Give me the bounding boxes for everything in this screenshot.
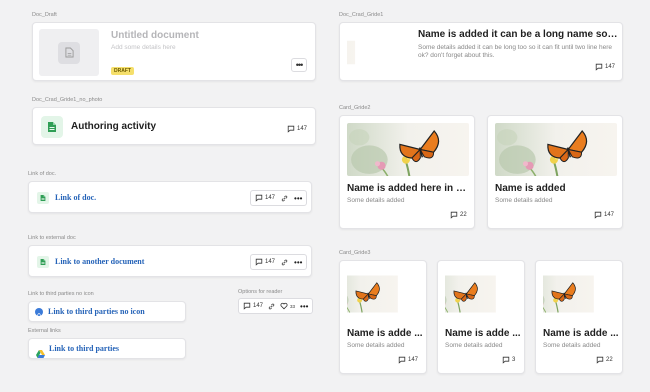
comment-count[interactable]: 22	[596, 356, 613, 364]
grid3-card-3[interactable]: Name is adde ... Some details added 22	[535, 260, 623, 374]
comment-count[interactable]: 147	[594, 211, 614, 219]
card-details: Some details added	[543, 342, 601, 349]
comment-icon	[255, 258, 263, 266]
comment-count[interactable]: 147	[255, 258, 275, 266]
link-external-text[interactable]: Link to another document	[55, 257, 144, 266]
section-label-link-external: Link to external doc	[28, 235, 76, 241]
comment-icon	[398, 356, 406, 364]
butterfly-photo	[495, 123, 617, 176]
comment-icon	[594, 211, 602, 219]
card-details: Some details added	[347, 342, 405, 349]
butterfly-photo	[347, 123, 469, 176]
comment-icon	[243, 302, 251, 310]
comment-count[interactable]: 147	[595, 63, 615, 71]
section-label-link-of-doc: Link of doc.	[28, 171, 57, 177]
butterfly-photo	[445, 267, 519, 321]
comment-icon	[450, 211, 458, 219]
link-icon[interactable]	[281, 259, 288, 266]
link-external-card[interactable]: Link to another document 147 •••	[28, 245, 312, 277]
section-label-third-no-icon: Link to third parties no icon	[28, 291, 94, 297]
section-label-options-reader: Options for reader	[238, 289, 283, 295]
link-of-doc-card[interactable]: Link of doc. 147 •••	[28, 181, 312, 213]
grid2-card-2[interactable]: Name is added Some details added 147	[487, 115, 623, 229]
comment-icon	[596, 356, 604, 364]
butterfly-photo	[543, 267, 617, 321]
card-details: Some details added	[495, 197, 553, 204]
draft-details[interactable]: Add some details here	[111, 44, 176, 51]
like-count[interactable]: 33	[280, 302, 295, 310]
external-doc-icon	[37, 256, 49, 268]
comment-icon	[287, 125, 295, 133]
comment-count[interactable]: 147	[398, 356, 418, 364]
document-icon	[58, 41, 80, 64]
comment-count[interactable]: 147	[255, 194, 275, 202]
section-label-doc-grid1: Doc_Crad_Gride1	[339, 12, 384, 18]
comment-count[interactable]: 22	[450, 211, 467, 219]
third-party-link-text[interactable]: Link to third parties no icon	[48, 307, 145, 316]
card-details: Some details added it can be long too so…	[418, 44, 613, 59]
drive-icon	[36, 345, 45, 358]
link-doc-actions: 147 •••	[250, 190, 308, 206]
card-title[interactable]: Name is added here in one...	[347, 183, 471, 194]
card-title[interactable]: Name is added it can be a long name so t…	[418, 29, 618, 40]
comment-count[interactable]: 147	[287, 125, 307, 133]
draft-doc-card[interactable]: Untitled document Add some details here …	[32, 22, 316, 81]
comment-icon	[255, 194, 263, 202]
draft-thumbnail	[39, 29, 99, 76]
link-of-doc-text[interactable]: Link of doc.	[55, 193, 96, 202]
link-icon[interactable]	[268, 303, 275, 310]
more-options-button[interactable]: •••	[294, 258, 302, 267]
comment-count[interactable]: 147	[243, 302, 263, 310]
comment-count[interactable]: 3	[502, 356, 515, 364]
butterfly-photo	[347, 29, 379, 76]
reader-options-bar: 147 33 •••	[238, 298, 314, 314]
more-options-button[interactable]: •••	[300, 302, 308, 311]
card-details: Some details added	[347, 197, 405, 204]
section-label-doc-draft: Doc_Draft	[32, 12, 57, 18]
comment-icon	[502, 356, 510, 364]
globe-icon	[35, 308, 43, 321]
doc-icon	[37, 192, 49, 204]
external-link-text[interactable]: Link to third parties	[49, 344, 119, 353]
section-label-external-links: External links	[28, 328, 61, 334]
comment-icon	[595, 63, 603, 71]
card-title[interactable]: Name is adde ...	[543, 328, 621, 339]
more-options-button[interactable]: •••	[294, 194, 302, 203]
doc-grid1-card[interactable]: Name is added it can be a long name so t…	[339, 22, 623, 81]
card-title[interactable]: Name is adde ...	[445, 328, 523, 339]
more-options-button[interactable]: •••	[291, 58, 307, 72]
grid3-card-2[interactable]: Name is adde ... Some details added 3	[437, 260, 525, 374]
grid3-card-1[interactable]: Name is adde ... Some details added 147	[339, 260, 427, 374]
draft-badge: DRAFT	[111, 67, 134, 75]
section-label-card-grid2: Card_Gride2	[339, 105, 371, 111]
butterfly-photo	[347, 267, 421, 321]
card-title[interactable]: Name is added	[495, 183, 619, 194]
card-details: Some details added	[445, 342, 503, 349]
authoring-card[interactable]: Authoring activity 147	[32, 107, 316, 145]
grid2-card-1[interactable]: Name is added here in one... Some detail…	[339, 115, 475, 229]
link-external-actions: 147 •••	[250, 254, 308, 270]
section-label-doc-grid1-no-photo: Doc_Crad_Gride1_no_photo	[32, 97, 103, 103]
link-icon[interactable]	[281, 195, 288, 202]
doc-icon	[41, 116, 63, 138]
section-label-card-grid3: Card_Gride3	[339, 250, 371, 256]
heart-icon	[280, 302, 288, 310]
draft-title[interactable]: Untitled document	[111, 30, 199, 41]
authoring-title: Authoring activity	[71, 121, 157, 132]
third-party-link-card[interactable]: Link to third parties no icon	[28, 301, 186, 322]
external-link-card[interactable]: Link to third parties	[28, 338, 186, 359]
more-icon: •••	[295, 59, 304, 70]
card-title[interactable]: Name is adde ...	[347, 328, 425, 339]
